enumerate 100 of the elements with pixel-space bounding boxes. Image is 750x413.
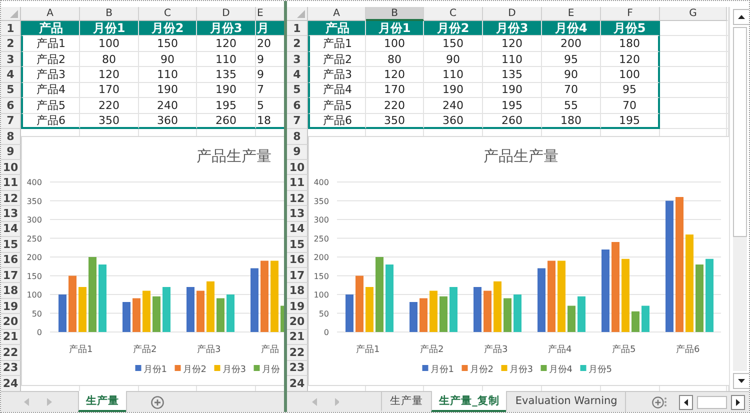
row-header[interactable]: 2 <box>287 36 308 52</box>
column-header[interactable]: E <box>542 7 601 21</box>
row-header[interactable]: 22 <box>287 345 308 361</box>
row-header[interactable]: 14 <box>1 222 21 238</box>
row-header[interactable]: 10 <box>1 160 21 176</box>
scrollbar-thumb[interactable] <box>697 396 727 408</box>
column-header[interactable]: A <box>308 7 366 21</box>
row-header[interactable]: 12 <box>1 190 21 206</box>
table-cell: 190 <box>483 82 542 98</box>
select-all-corner[interactable] <box>287 7 308 21</box>
table-cell: 产品3 <box>21 67 80 83</box>
scroll-down-button[interactable] <box>733 373 749 389</box>
row-header[interactable]: 4 <box>287 67 308 83</box>
scrollbar-track[interactable] <box>733 27 747 371</box>
row-header[interactable]: 14 <box>287 222 308 238</box>
column-header[interactable]: G <box>660 7 727 21</box>
row-header[interactable]: 9 <box>287 144 308 160</box>
row-header[interactable]: 11 <box>1 175 21 191</box>
table-cell: 70 <box>601 98 660 114</box>
row-header[interactable]: 17 <box>287 268 308 284</box>
row-header[interactable]: 5 <box>1 82 21 98</box>
column-header[interactable]: D <box>483 7 542 21</box>
row-header[interactable]: 13 <box>287 206 308 222</box>
add-sheet-icon[interactable] <box>652 396 664 408</box>
row-header[interactable]: 16 <box>1 252 21 268</box>
sheet-tab[interactable]: Evaluation Warning <box>506 391 626 412</box>
select-all-corner[interactable] <box>1 7 21 21</box>
add-sheet-icon[interactable] <box>151 396 164 408</box>
row-header[interactable]: 2 <box>1 36 21 52</box>
row-header[interactable]: 6 <box>287 98 308 114</box>
row-header[interactable]: 20 <box>1 314 21 330</box>
column-header[interactable]: A <box>21 7 80 21</box>
previous-sheet-icon[interactable] <box>24 398 29 406</box>
axis-label: 100 <box>314 290 329 300</box>
row-header[interactable]: 11 <box>287 175 308 191</box>
column-header[interactable]: E <box>256 7 284 21</box>
legend-label: 月份1 <box>143 365 167 376</box>
header-cell: 月份4 <box>542 21 601 36</box>
row-header[interactable]: 8 <box>1 129 21 144</box>
category-label: 产品3 <box>197 345 221 356</box>
column-header[interactable]: D <box>197 7 256 21</box>
next-sheet-icon[interactable] <box>334 398 340 406</box>
row-header[interactable]: 8 <box>287 129 308 144</box>
axis-label: 0 <box>36 328 42 338</box>
row-header[interactable]: 18 <box>287 283 308 299</box>
row-header[interactable]: 18 <box>1 283 21 299</box>
row-header[interactable]: 3 <box>287 52 308 68</box>
column-header[interactable]: B <box>366 7 424 21</box>
row-header[interactable]: 12 <box>287 190 308 206</box>
row-header[interactable]: 20 <box>287 314 308 330</box>
scroll-up-button[interactable] <box>733 9 749 25</box>
table-cell: 195 <box>601 114 660 130</box>
previous-sheet-icon[interactable] <box>312 398 317 406</box>
row-header[interactable]: 15 <box>1 237 21 253</box>
row-header[interactable]: 5 <box>287 82 308 98</box>
axis-label: 0 <box>324 328 329 338</box>
row-header[interactable]: 24 <box>287 376 308 391</box>
table-cell: 120 <box>601 52 660 68</box>
axis-label: 50 <box>32 309 42 318</box>
header-cell: 月份3 <box>483 21 542 36</box>
more-icon[interactable] <box>664 397 667 407</box>
row-header[interactable]: 13 <box>1 206 21 222</box>
row-header[interactable]: 23 <box>1 360 21 376</box>
scroll-left-button[interactable] <box>679 394 693 410</box>
row-header[interactable]: 19 <box>1 298 21 314</box>
column-header[interactable]: C <box>424 7 483 21</box>
column-header[interactable]: F <box>601 7 660 21</box>
sheet-tab[interactable]: 生产量_复制 <box>431 391 506 412</box>
header-cell: 月 <box>256 21 284 36</box>
column-header[interactable]: C <box>139 7 197 21</box>
row-header[interactable]: 21 <box>1 330 21 346</box>
column-header[interactable]: B <box>80 7 139 21</box>
row-header[interactable]: 24 <box>1 376 21 391</box>
axis-label: 300 <box>26 216 42 225</box>
row-header[interactable]: 6 <box>1 98 21 114</box>
table-cell: 180 <box>542 114 601 130</box>
table-cell: 150 <box>139 36 197 52</box>
table-cell: 195 <box>197 98 256 114</box>
scroll-right-button[interactable] <box>731 394 745 410</box>
row-header[interactable]: 22 <box>1 345 21 361</box>
row-header[interactable]: 19 <box>287 298 308 314</box>
row-header[interactable]: 1 <box>1 21 21 36</box>
table-cell: 产品6 <box>308 114 366 130</box>
row-header[interactable]: 7 <box>287 114 308 130</box>
sheet-tab[interactable]: 生产量 <box>78 391 126 412</box>
legend-label: 月份5 <box>588 365 612 376</box>
row-header[interactable]: 17 <box>1 268 21 284</box>
row-header[interactable]: 3 <box>1 52 21 68</box>
row-header[interactable]: 4 <box>1 67 21 83</box>
row-header[interactable]: 10 <box>287 160 308 176</box>
legend-label: 月份2 <box>470 365 494 376</box>
scrollbar-thumb[interactable] <box>733 27 747 237</box>
row-header[interactable]: 9 <box>1 144 21 160</box>
next-sheet-icon[interactable] <box>47 398 52 406</box>
row-header[interactable]: 23 <box>287 360 308 376</box>
row-header[interactable]: 15 <box>287 237 308 253</box>
row-header[interactable]: 21 <box>287 330 308 346</box>
row-header[interactable]: 7 <box>1 114 21 130</box>
row-header[interactable]: 1 <box>287 21 308 36</box>
row-header[interactable]: 16 <box>287 252 308 268</box>
